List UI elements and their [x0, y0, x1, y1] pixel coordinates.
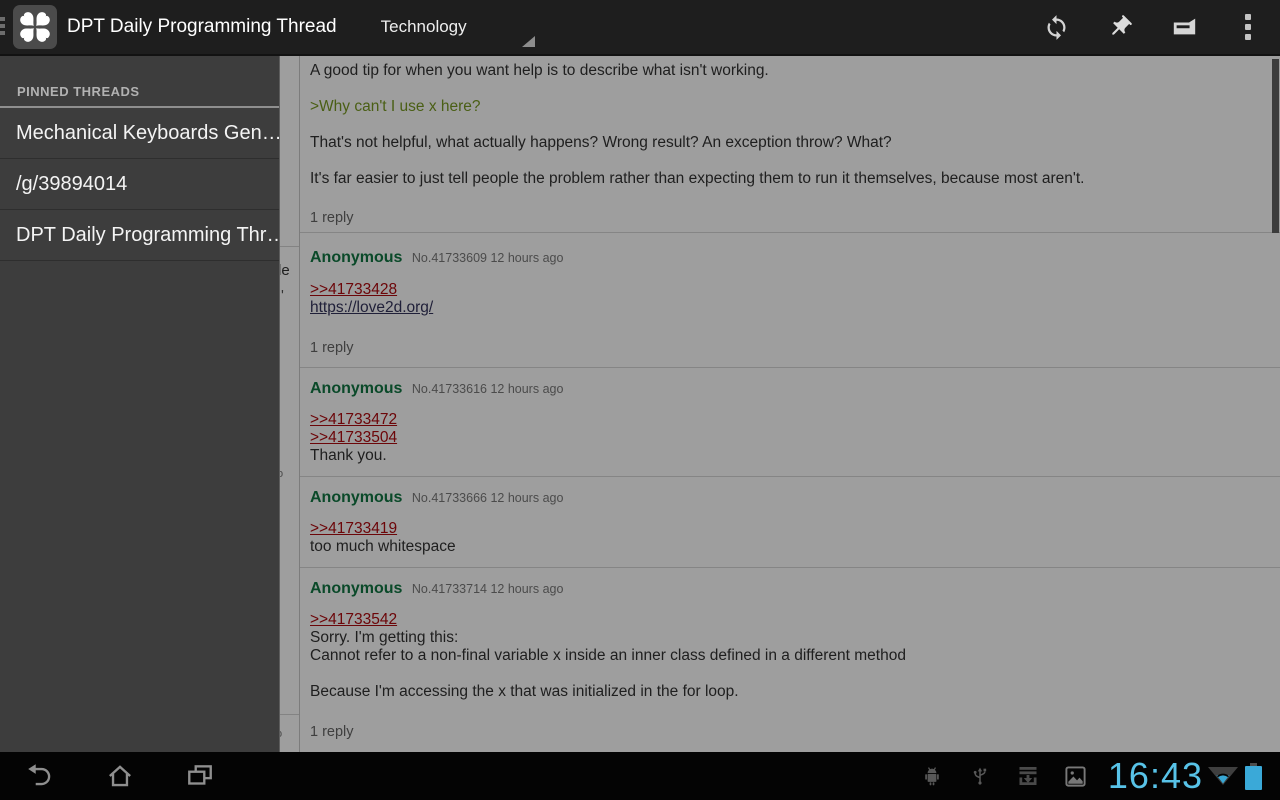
board-spinner-label: Technology — [381, 17, 467, 37]
page-title: DPT Daily Programming Thread — [67, 16, 337, 38]
overflow-menu-icon — [1245, 10, 1251, 44]
board-spinner[interactable]: Technology — [367, 0, 539, 55]
usb-debugging-icon — [908, 752, 956, 800]
action-bar: DPT Daily Programming Thread Technology — [0, 0, 1280, 56]
recents-button[interactable] — [176, 752, 224, 800]
home-button[interactable] — [96, 752, 144, 800]
pin-icon — [1107, 14, 1133, 40]
refresh-icon — [1043, 14, 1070, 41]
app-screen: DPT Daily Programming Thread Technology — [0, 0, 1280, 800]
system-nav-bar: 16:43 — [0, 752, 1280, 800]
refresh-button[interactable] — [1024, 0, 1088, 55]
hamburger-menu-icon[interactable] — [0, 17, 5, 38]
overflow-menu-button[interactable] — [1216, 0, 1280, 55]
pinned-thread-item-g-39894014[interactable]: /g/39894014 — [0, 159, 279, 209]
back-icon — [25, 761, 55, 791]
content-area: le ' o o A good tip for when you want he… — [0, 56, 1280, 752]
recents-icon — [185, 761, 215, 791]
pinned-thread-item-dpt[interactable]: DPT Daily Programming Thr… — [0, 210, 279, 260]
spinner-caret-icon — [522, 36, 535, 47]
wifi-icon — [1205, 752, 1241, 800]
pinned-thread-item-mechanical-keyboards[interactable]: Mechanical Keyboards Gen… — [0, 108, 279, 158]
reply-button[interactable] — [1152, 0, 1216, 55]
navigation-drawer: PINNED THREADS Mechanical Keyboards Gen…… — [0, 56, 280, 752]
drawer-divider — [0, 260, 279, 261]
back-button[interactable] — [16, 752, 64, 800]
screenshot-image-icon — [1052, 752, 1100, 800]
clover-glyph — [16, 8, 54, 46]
pin-button[interactable] — [1088, 0, 1152, 55]
battery-icon — [1245, 763, 1262, 790]
clover-app-icon[interactable] — [13, 5, 57, 49]
home-icon — [105, 761, 135, 791]
drawer-header: PINNED THREADS — [0, 56, 279, 106]
reply-icon — [1171, 15, 1198, 39]
download-complete-icon — [1004, 752, 1052, 800]
status-area: 16:43 — [908, 752, 1280, 800]
clock: 16:43 — [1108, 752, 1203, 800]
actionbar-actions — [1024, 0, 1280, 55]
usb-connected-icon — [956, 752, 1004, 800]
